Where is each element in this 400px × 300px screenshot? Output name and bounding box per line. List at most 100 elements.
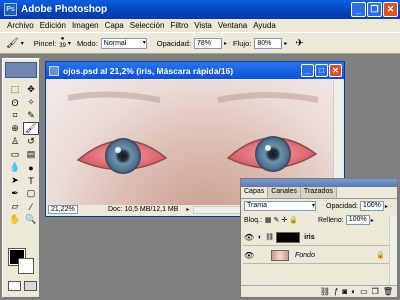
tool-grid: ⬚ ✥ ʘ ✧ ⌗ ✎ ⊕ 🖌 ♙ ↺ ▭ ▤ 💧 ● ➤ T ✒ ▢ ▱ ⁄ … bbox=[7, 83, 39, 226]
brush-tool-icon[interactable]: 🖌 bbox=[23, 122, 39, 135]
fill-arrow-icon[interactable]: ▸ bbox=[371, 217, 374, 224]
new-group-icon[interactable]: ▭ bbox=[360, 287, 368, 296]
minimize-button[interactable]: _ bbox=[351, 2, 366, 17]
restore-button[interactable]: ❐ bbox=[367, 2, 382, 17]
chevron-down-icon[interactable]: ▾ bbox=[21, 40, 24, 47]
new-layer-icon[interactable]: ❐ bbox=[372, 287, 379, 296]
layer-opacity-label: Opacidad: bbox=[326, 202, 358, 210]
new-adjustment-icon[interactable]: ◐ bbox=[351, 287, 356, 296]
history-brush-icon[interactable]: ↺ bbox=[23, 135, 39, 148]
chevron-down-icon: ▾ bbox=[142, 39, 146, 46]
layer-row-fondo[interactable]: 👁 Fondo 🔒 bbox=[243, 247, 389, 264]
shape-tool-icon[interactable]: ▢ bbox=[23, 187, 39, 200]
link-layers-icon[interactable]: ⛓ bbox=[320, 287, 330, 296]
status-menu-arrow-icon[interactable]: ▸ bbox=[186, 206, 189, 213]
flujo-arrow-icon[interactable]: ▸ bbox=[284, 40, 287, 47]
blur-tool-icon[interactable]: 💧 bbox=[7, 161, 23, 174]
lock-row: Bloq.: ▦ ✎ ✛ 🔒 Relleno: 100% ▸ bbox=[241, 213, 397, 227]
menu-ventana[interactable]: Ventana bbox=[215, 21, 250, 30]
modo-value: Normal bbox=[103, 39, 127, 47]
lock-all-icon[interactable]: 🔒 bbox=[289, 216, 298, 224]
add-mask-icon[interactable]: ◙ bbox=[342, 287, 347, 296]
menu-imagen[interactable]: Imagen bbox=[69, 21, 102, 30]
close-button[interactable]: ✕ bbox=[383, 2, 398, 17]
lock-transparent-icon[interactable]: ▦ bbox=[265, 216, 272, 224]
zoom-tool-icon[interactable]: 🔍 bbox=[23, 213, 39, 226]
standard-mode-button[interactable] bbox=[8, 281, 21, 291]
eraser-tool-icon[interactable]: ▭ bbox=[7, 148, 23, 161]
layer-mask-thumbnail[interactable] bbox=[276, 231, 301, 243]
lock-label: Bloq.: bbox=[244, 216, 262, 224]
fill-input[interactable]: 100% bbox=[345, 215, 370, 225]
menu-seleccion[interactable]: Selección bbox=[127, 21, 168, 30]
zoom-input[interactable]: 21,22% bbox=[48, 205, 78, 214]
tab-canales[interactable]: Canales bbox=[268, 187, 301, 198]
path-selection-icon[interactable]: ➤ bbox=[7, 174, 23, 187]
toolbox-header-logo[interactable] bbox=[5, 62, 37, 78]
magic-wand-icon[interactable]: ✧ bbox=[23, 96, 39, 109]
eye-icon[interactable]: 👁 bbox=[243, 251, 255, 260]
layer-opacity-input[interactable]: 100% bbox=[359, 201, 384, 211]
menu-ayuda[interactable]: Ayuda bbox=[250, 21, 279, 30]
menubar: Archivo Edición Imagen Capa Selección Fi… bbox=[0, 19, 400, 32]
document-icon bbox=[49, 65, 59, 76]
opacity-arrow-icon[interactable]: ▸ bbox=[385, 203, 388, 210]
brush-tool-preset-icon[interactable]: 🖌 bbox=[6, 38, 19, 49]
pen-tool-icon[interactable]: ✒ bbox=[7, 187, 23, 200]
blend-mode-select[interactable]: Trama ▾ bbox=[244, 201, 316, 211]
airbrush-icon[interactable]: ✈ bbox=[295, 38, 303, 49]
layers-scrollbar[interactable] bbox=[389, 217, 397, 285]
doc-size-info: Doc: 10,5 MB/12,1 MB bbox=[108, 206, 179, 213]
eye-icon[interactable]: 👁 bbox=[243, 233, 255, 242]
tab-capas[interactable]: Capas bbox=[241, 187, 269, 198]
move-tool-icon[interactable]: ✥ bbox=[23, 83, 39, 96]
gradient-tool-icon[interactable]: ▤ bbox=[23, 148, 39, 161]
app-titlebar: Ps Adobe Photoshop _ ❐ ✕ bbox=[0, 0, 400, 19]
toolbox: ⬚ ✥ ʘ ✧ ⌗ ✎ ⊕ 🖌 ♙ ↺ ▭ ▤ 💧 ● ➤ T ✒ ▢ ▱ ⁄ … bbox=[2, 58, 40, 298]
menu-edicion[interactable]: Edición bbox=[37, 21, 69, 30]
photoshop-logo-icon: Ps bbox=[4, 3, 17, 16]
flujo-label: Flujo: bbox=[233, 38, 252, 48]
doc-maximize-button[interactable]: □ bbox=[315, 64, 328, 77]
lock-image-icon[interactable]: ✎ bbox=[274, 216, 280, 224]
doc-close-button[interactable]: ✕ bbox=[329, 64, 342, 77]
layer-name: Fondo bbox=[295, 251, 315, 259]
clone-stamp-icon[interactable]: ♙ bbox=[7, 135, 23, 148]
background-color-swatch[interactable] bbox=[18, 258, 34, 274]
hand-tool-icon[interactable]: ✋ bbox=[7, 213, 23, 226]
opacidad-input[interactable]: 78% bbox=[194, 37, 222, 49]
marquee-tool-icon[interactable]: ⬚ bbox=[7, 83, 23, 96]
brush-picker[interactable]: ● 39 bbox=[59, 36, 66, 50]
menu-vista[interactable]: Vista bbox=[191, 21, 215, 30]
brush-size: 39 bbox=[59, 43, 66, 49]
modo-select[interactable]: Normal ▾ bbox=[100, 37, 147, 49]
menu-archivo[interactable]: Archivo bbox=[4, 21, 37, 30]
menu-filtro[interactable]: Filtro bbox=[167, 21, 191, 30]
doc-minimize-button[interactable]: _ bbox=[301, 64, 314, 77]
menu-capa[interactable]: Capa bbox=[102, 21, 127, 30]
layers-palette: Capas Canales Trazados Trama ▾ Opacidad: … bbox=[240, 178, 398, 298]
dodge-tool-icon[interactable]: ● bbox=[23, 161, 39, 174]
lasso-tool-icon[interactable]: ʘ bbox=[7, 96, 23, 109]
opacidad-arrow-icon[interactable]: ▸ bbox=[224, 40, 227, 47]
palette-tabs: Capas Canales Trazados bbox=[241, 187, 397, 199]
document-titlebar[interactable]: ojos.psd al 21,2% (iris, Máscara rápida/… bbox=[46, 62, 344, 79]
palette-titlebar[interactable] bbox=[241, 179, 397, 187]
type-tool-icon[interactable]: T bbox=[23, 174, 39, 187]
quick-mask-button[interactable] bbox=[24, 281, 37, 291]
trash-icon[interactable]: 🗑 bbox=[383, 287, 393, 296]
brush-picker-arrow-icon[interactable]: ▾ bbox=[68, 40, 71, 47]
flujo-input[interactable]: 80% bbox=[254, 37, 283, 49]
layer-style-icon[interactable]: ƒ bbox=[334, 287, 338, 296]
tab-trazados[interactable]: Trazados bbox=[300, 187, 337, 198]
crop-tool-icon[interactable]: ⌗ bbox=[7, 109, 23, 122]
layer-row-iris[interactable]: 👁 ◐ ⛓ iris bbox=[243, 229, 389, 246]
slice-tool-icon[interactable]: ✎ bbox=[23, 109, 39, 122]
notes-tool-icon[interactable]: ▱ bbox=[7, 200, 23, 213]
fill-label: Relleno: bbox=[318, 216, 344, 224]
healing-brush-icon[interactable]: ⊕ bbox=[7, 122, 23, 135]
opacidad-label: Opacidad: bbox=[156, 38, 191, 48]
lock-position-icon[interactable]: ✛ bbox=[281, 216, 287, 224]
eyedropper-icon[interactable]: ⁄ bbox=[23, 200, 39, 213]
options-bar: 🖌 ▾ Pincel: ● 39 ▾ Modo: Normal ▾ Opacida… bbox=[0, 32, 400, 54]
